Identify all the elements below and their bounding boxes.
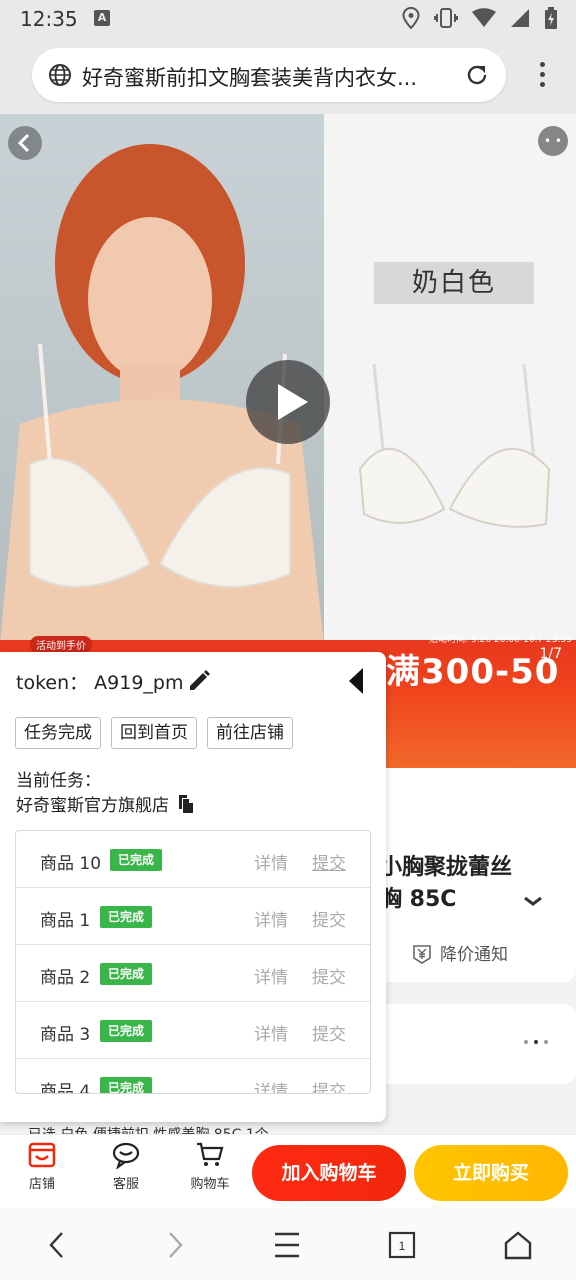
go-to-store-button[interactable]: 前往店铺: [207, 717, 293, 749]
price-alert-label: 降价通知: [440, 945, 508, 965]
current-task-label: 当前任务：: [16, 771, 101, 791]
options-card[interactable]: [360, 1004, 576, 1084]
url-bar[interactable]: 好奇蜜斯前扣文胸套装美背内衣女...: [32, 48, 506, 102]
submit-link[interactable]: 提交: [312, 906, 346, 931]
forward-icon[interactable]: [156, 1228, 196, 1262]
chevron-down-icon[interactable]: [522, 894, 544, 908]
cart-button[interactable]: 购物车: [180, 1141, 240, 1192]
color-label: 奶白色: [374, 262, 534, 304]
token-value: A919_pm: [94, 672, 184, 694]
status-badge: 已完成: [100, 906, 153, 928]
task-complete-button[interactable]: 任务完成: [15, 717, 101, 749]
back-home-button[interactable]: 回到首页: [111, 717, 197, 749]
cart-icon: [197, 1142, 224, 1166]
status-icons: [402, 7, 558, 29]
product-photo: [324, 114, 576, 644]
overlay-action-buttons: 任务完成 回到首页 前往店铺: [15, 717, 293, 749]
globe-icon: [49, 64, 71, 86]
shop-name: 好奇蜜斯官方旗舰店: [16, 796, 169, 816]
submit-link[interactable]: 提交: [312, 849, 346, 874]
copy-icon[interactable]: [175, 794, 195, 814]
buy-now-button[interactable]: 立即购买: [414, 1145, 568, 1201]
item-name: 商品 3: [40, 1025, 91, 1045]
detail-link[interactable]: 详情: [254, 1077, 288, 1093]
store-label: 店铺: [28, 1177, 55, 1192]
svg-text:1: 1: [399, 1239, 406, 1253]
item-name: 商品 10: [40, 854, 102, 874]
add-to-cart-button[interactable]: 加入购物车: [252, 1145, 406, 1201]
status-badge: 已完成: [100, 1020, 153, 1042]
battery-icon: [545, 7, 557, 29]
submit-link[interactable]: 提交: [312, 1020, 346, 1045]
detail-link[interactable]: 详情: [254, 963, 288, 988]
cart-label: 购物车: [190, 1177, 230, 1192]
item-name: 商品 1: [40, 911, 91, 931]
vibrate-icon: [434, 8, 458, 28]
list-item: 商品 10 已完成 详情 提交: [16, 831, 370, 888]
task-item-list[interactable]: 商品 10 已完成 详情 提交 商品 1 已完成 详情 提交 商品 2 已完成 …: [15, 830, 371, 1094]
play-video-button[interactable]: [246, 360, 330, 444]
status-badge: 已完成: [110, 849, 163, 871]
chevron-left-icon: [17, 133, 30, 153]
play-icon: [278, 384, 308, 420]
current-shop: 好奇蜜斯官方旗舰店: [16, 791, 195, 816]
bottom-action-bar: 店铺 客服 购物车 加入购物车 立即购买: [0, 1134, 576, 1208]
store-icon: [28, 1142, 56, 1168]
detail-link[interactable]: 详情: [254, 849, 288, 874]
promo-text: 满300-50: [386, 652, 560, 692]
menu-icon[interactable]: [267, 1228, 307, 1262]
token-display: token： A919_pm: [16, 668, 183, 695]
detail-link[interactable]: 详情: [254, 906, 288, 931]
notification-a-icon: A: [94, 10, 110, 26]
gallery-back-button[interactable]: [8, 126, 42, 160]
back-icon[interactable]: [38, 1228, 78, 1262]
item-name: 商品 4: [40, 1082, 91, 1094]
collapse-triangle-icon[interactable]: [346, 666, 368, 696]
reload-icon[interactable]: [464, 62, 490, 88]
location-icon: [402, 7, 420, 29]
list-item: 商品 2 已完成 详情 提交: [16, 945, 370, 1002]
service-button[interactable]: 客服: [96, 1141, 156, 1192]
bra-illustration: [358, 363, 551, 528]
list-item: 商品 4 已完成 详情 提交: [16, 1059, 370, 1094]
price-tag-icon: [413, 944, 431, 964]
list-item: 商品 3 已完成 详情 提交: [16, 1002, 370, 1059]
promo-tag: 活动到手价: [30, 636, 92, 653]
gallery-more-button[interactable]: • •: [538, 126, 568, 156]
signal-icon: [511, 9, 529, 27]
home-icon[interactable]: [498, 1228, 538, 1262]
status-bar: 12:35 A: [0, 0, 576, 38]
service-label: 客服: [112, 1177, 139, 1192]
submit-link[interactable]: 提交: [312, 963, 346, 988]
system-nav-bar: 1: [0, 1208, 576, 1280]
submit-link[interactable]: 提交: [312, 1077, 346, 1093]
wifi-icon: [472, 8, 496, 27]
detail-link[interactable]: 详情: [254, 1020, 288, 1045]
price-alert-button[interactable]: 降价通知: [412, 940, 508, 965]
browser-toolbar: 好奇蜜斯前扣文胸套装美背内衣女...: [0, 38, 576, 114]
edit-pencil-icon[interactable]: [186, 668, 212, 694]
store-button[interactable]: 店铺: [12, 1141, 72, 1192]
tabs-icon[interactable]: 1: [382, 1228, 422, 1262]
task-overlay-panel: token： A919_pm 任务完成 回到首页 前往店铺 当前任务： 好奇蜜斯官…: [0, 652, 386, 1122]
status-time: 12:35: [20, 7, 78, 31]
product-gallery[interactable]: 奶白色 • •: [0, 114, 576, 644]
status-badge: 已完成: [100, 963, 153, 985]
url-text[interactable]: 好奇蜜斯前扣文胸套装美背内衣女...: [82, 62, 450, 92]
kebab-menu-icon[interactable]: [538, 62, 546, 90]
token-label: token：: [16, 672, 89, 694]
list-item: 商品 1 已完成 详情 提交: [16, 888, 370, 945]
chat-icon: [112, 1142, 140, 1169]
more-dots-icon[interactable]: [524, 1040, 548, 1044]
item-name: 商品 2: [40, 968, 91, 988]
status-badge: 已完成: [100, 1077, 153, 1093]
